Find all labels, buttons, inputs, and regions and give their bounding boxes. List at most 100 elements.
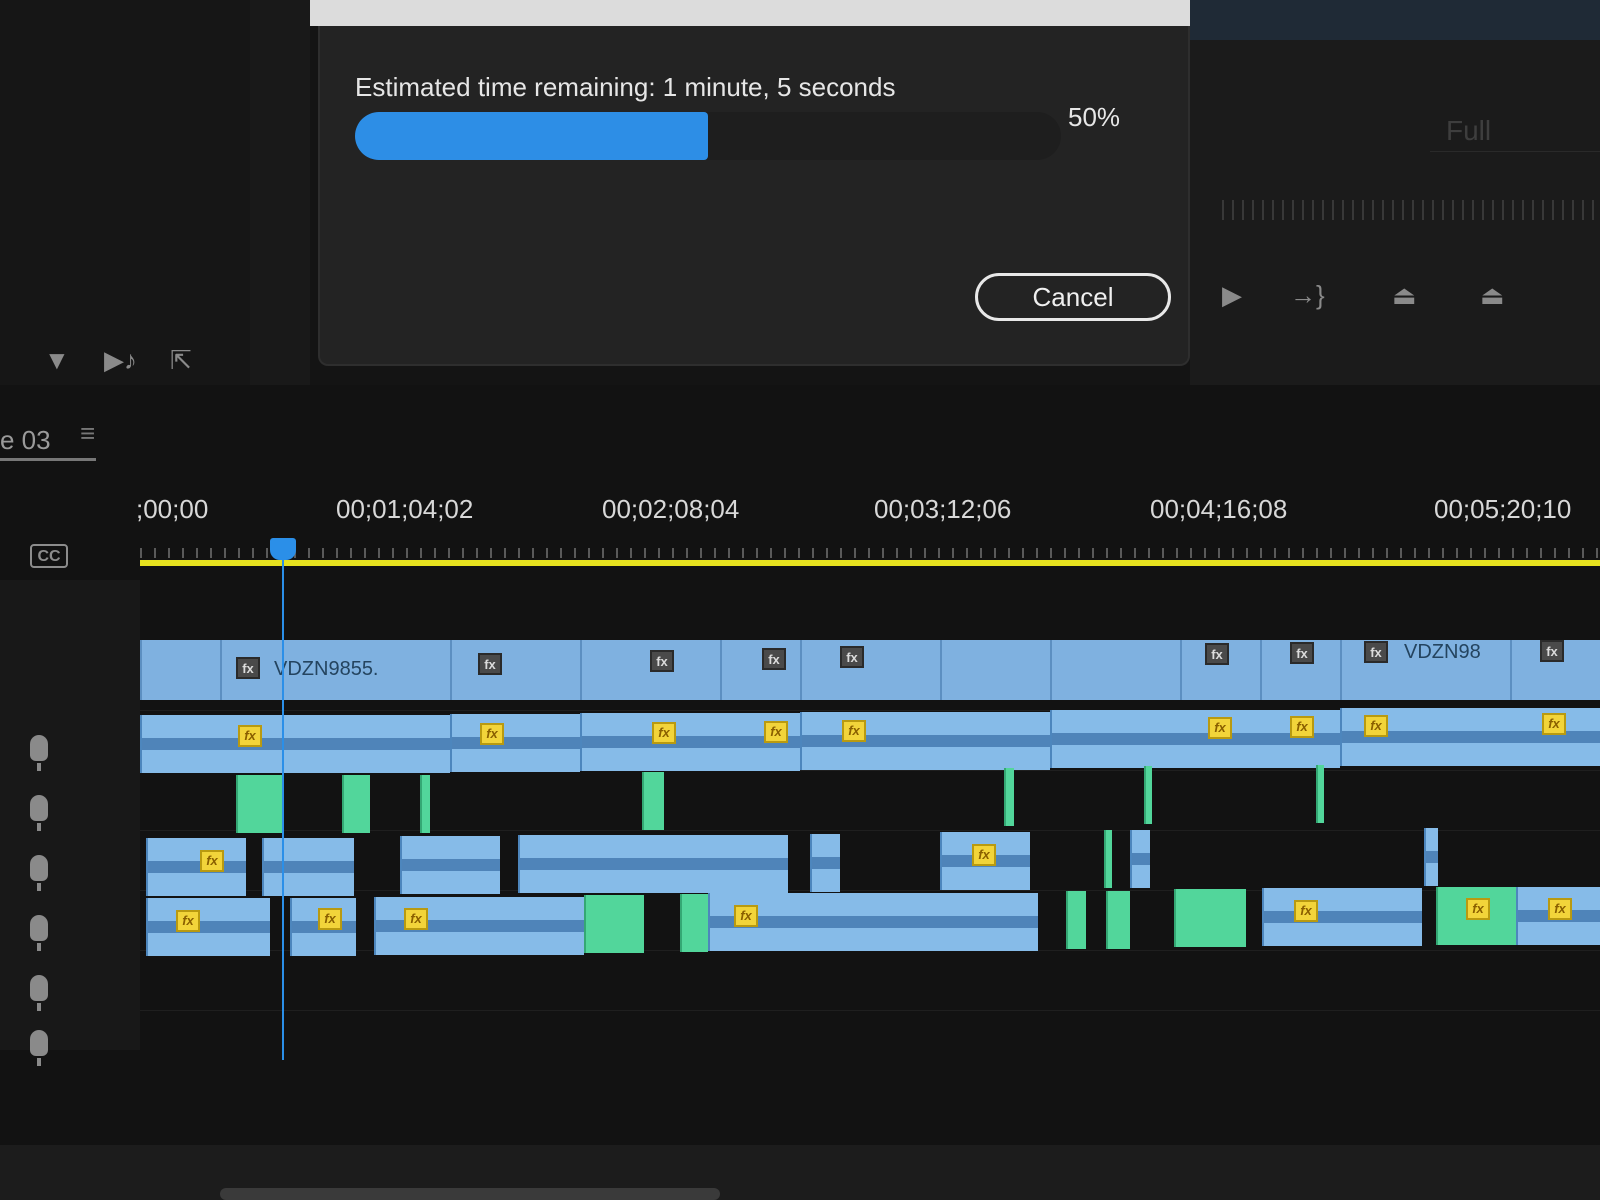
fx-badge[interactable]: fx [1548, 898, 1572, 920]
go-to-out-icon[interactable]: →} [1290, 280, 1325, 311]
playhead-line[interactable] [282, 552, 284, 1060]
audio-clip[interactable] [400, 836, 500, 894]
fx-badge[interactable]: fx [1290, 642, 1314, 664]
audio-track[interactable] [140, 830, 1600, 891]
video-clip[interactable] [800, 640, 940, 700]
panel-divider [250, 0, 310, 385]
timecode-label: 00;04;16;08 [1150, 494, 1288, 524]
fx-badge[interactable]: fx [652, 722, 676, 744]
nested-clip[interactable] [1174, 889, 1246, 947]
nested-clip[interactable] [1144, 766, 1152, 824]
fx-badge[interactable]: fx [318, 908, 342, 930]
fx-badge[interactable]: fx [1364, 715, 1388, 737]
audio-clip[interactable] [450, 714, 580, 772]
audio-clip[interactable] [262, 838, 354, 896]
fx-badge[interactable]: fx [762, 648, 786, 670]
fx-badge[interactable]: fx [238, 725, 262, 747]
audio-clip[interactable] [518, 835, 788, 893]
nested-clip[interactable] [236, 775, 282, 833]
microphone-icon[interactable] [30, 735, 48, 771]
insert-icon[interactable]: ▶♪ [104, 345, 137, 376]
audio-clip[interactable] [1262, 888, 1422, 946]
fx-badge[interactable]: fx [404, 908, 428, 930]
captions-icon[interactable]: CC [30, 544, 68, 568]
video-clip[interactable] [720, 640, 800, 700]
microphone-icon[interactable] [30, 855, 48, 891]
microphone-icon[interactable] [30, 915, 48, 951]
nested-clip[interactable] [584, 895, 644, 953]
nested-clip[interactable] [680, 894, 708, 952]
video-clip[interactable] [940, 640, 1050, 700]
audio-clip[interactable] [810, 834, 840, 892]
audio-clip[interactable] [1130, 830, 1150, 888]
sequence-tab[interactable]: e 03 [0, 425, 51, 456]
time-ruler[interactable] [140, 548, 1600, 558]
progress-fill [355, 112, 708, 160]
microphone-icon[interactable] [30, 795, 48, 831]
clip-name: VDZN98 [1404, 641, 1481, 663]
fx-badge[interactable]: fx [1364, 641, 1388, 663]
fx-badge[interactable]: fx [176, 910, 200, 932]
audio-clip[interactable] [1424, 828, 1438, 886]
timecode-label: 00;02;08;04 [602, 494, 740, 524]
fx-badge[interactable]: fx [972, 844, 996, 866]
nested-clip[interactable] [642, 772, 664, 830]
hamburger-icon[interactable]: ≡ [80, 418, 95, 449]
fx-badge[interactable]: fx [1205, 643, 1229, 665]
timecode-label: 00;03;12;06 [874, 494, 1012, 524]
microphone-icon[interactable] [30, 975, 48, 1011]
export-icon[interactable]: ⇱ [170, 345, 192, 376]
lift-icon[interactable]: ⏏ [1392, 280, 1417, 311]
time-remaining-label: Estimated time remaining: 1 minute, 5 se… [355, 72, 896, 102]
audio-clip[interactable] [800, 712, 1050, 770]
fx-badge[interactable]: fx [842, 720, 866, 742]
fx-badge[interactable]: fx [1208, 717, 1232, 739]
sequence-tab-underline [0, 458, 96, 461]
monitor-time-ruler[interactable] [1222, 200, 1600, 220]
fx-badge[interactable]: fx [478, 653, 502, 675]
timeline-scrollbar[interactable] [220, 1188, 720, 1200]
fx-badge[interactable]: fx [1542, 713, 1566, 735]
program-monitor-preview [1190, 0, 1600, 40]
audio-clip[interactable] [140, 715, 450, 773]
project-panel [0, 0, 250, 385]
fx-badge[interactable]: fx [1540, 640, 1564, 662]
fx-badge[interactable]: fx [1466, 898, 1490, 920]
nested-clip[interactable] [1104, 830, 1112, 888]
progress-percent: 50% [1068, 102, 1121, 132]
nested-clip[interactable] [1004, 768, 1014, 826]
fx-badge[interactable]: fx [840, 646, 864, 668]
fx-badge[interactable]: fx [200, 850, 224, 872]
clip-name: VDZN9855. [274, 658, 379, 680]
audio-clip[interactable] [146, 838, 246, 896]
fx-badge[interactable]: fx [650, 650, 674, 672]
timecode-label: ;00;00 [136, 494, 209, 524]
nested-clip[interactable] [1066, 891, 1086, 949]
play-icon[interactable]: ▶ [1222, 280, 1242, 311]
zoom-level-select[interactable]: Full [1430, 110, 1600, 152]
extract-icon[interactable]: ⏏ [1480, 280, 1505, 311]
track-headers [0, 580, 140, 1050]
microphone-icon[interactable] [30, 1030, 48, 1066]
nested-clip[interactable] [1316, 765, 1324, 823]
nested-clip[interactable] [1106, 891, 1130, 949]
fx-badge[interactable]: fx [1294, 900, 1318, 922]
work-area-bar[interactable] [140, 560, 1600, 566]
fx-badge[interactable]: fx [236, 657, 260, 679]
filter-icon[interactable]: ▼ [44, 345, 70, 376]
video-clip[interactable] [140, 640, 220, 700]
nested-clip[interactable] [342, 775, 370, 833]
playhead[interactable] [270, 538, 296, 560]
dialog-titlebar [310, 0, 1190, 26]
fx-badge[interactable]: fx [764, 721, 788, 743]
video-clip[interactable] [450, 640, 580, 700]
audio-track[interactable] [140, 950, 1600, 1011]
cancel-button[interactable]: Cancel [975, 273, 1171, 321]
video-clip[interactable] [1050, 640, 1180, 700]
fx-badge[interactable]: fx [734, 905, 758, 927]
timecode-label: 00;05;20;10 [1434, 494, 1572, 524]
fx-badge[interactable]: fx [480, 723, 504, 745]
fx-badge[interactable]: fx [1290, 716, 1314, 738]
audio-clip[interactable] [146, 898, 270, 956]
nested-clip[interactable] [420, 775, 430, 833]
